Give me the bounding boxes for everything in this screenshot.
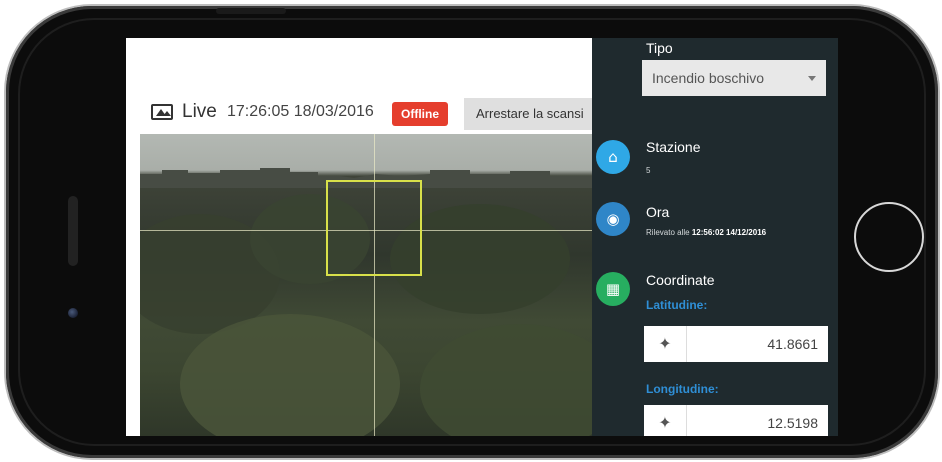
camera-feed[interactable] (140, 134, 592, 436)
tipo-select[interactable]: Incendio boschivo (642, 60, 826, 96)
latitude-label: Latitudine: (646, 298, 708, 312)
ora-detected-time: 12:56:02 14/12/2016 (691, 228, 767, 237)
home-icon: ⌂ (596, 140, 630, 174)
longitude-label: Longitudine: (646, 382, 719, 396)
stazione-title: Stazione (646, 139, 701, 155)
longitude-field[interactable]: ✦ 12.5198 (644, 405, 828, 436)
live-panel: Live 17:26:05 18/03/2016 Offline Arresta… (126, 38, 604, 436)
ora-detected: Rilevato alle 12:56:02 14/12/2016 (646, 228, 766, 237)
crosshair-icon[interactable]: ✦ (644, 326, 687, 362)
crosshair-icon[interactable]: ✦ (644, 405, 687, 436)
phone-speaker (68, 196, 78, 266)
longitude-value: 12.5198 (767, 415, 818, 431)
tipo-label: Tipo (646, 40, 673, 56)
coordinate-title: Coordinate (646, 272, 715, 288)
latitude-field[interactable]: ✦ 41.8661 (644, 326, 828, 362)
tree-foliage (420, 324, 592, 436)
live-timestamp: 17:26:05 18/03/2016 (227, 103, 374, 120)
chevron-down-icon (808, 76, 816, 81)
app-screen: Live 17:26:05 18/03/2016 Offline Arresta… (126, 38, 838, 436)
map-icon: ▦ (596, 272, 630, 306)
clock-icon: ◉ (596, 202, 630, 236)
stazione-value: 5 (646, 166, 651, 175)
stop-scan-button[interactable]: Arrestare la scansi (464, 98, 604, 130)
status-badge: Offline (392, 102, 448, 126)
event-details-panel: Tipo Incendio boschivo ⌂ Stazione 5 ◉ Or… (592, 38, 838, 436)
latitude-value: 41.8661 (767, 336, 818, 352)
ora-detected-prefix: Rilevato alle (646, 228, 690, 237)
tipo-selected-value: Incendio boschivo (652, 70, 765, 86)
detection-box[interactable] (326, 180, 422, 276)
phone-home-button[interactable] (854, 202, 924, 272)
live-header: Live 17:26:05 18/03/2016 Offline Arresta… (126, 98, 604, 134)
phone-camera (68, 308, 78, 318)
live-label: Live (182, 101, 217, 122)
image-icon (151, 104, 173, 120)
phone-power-button (216, 8, 286, 14)
ora-title: Ora (646, 204, 670, 220)
